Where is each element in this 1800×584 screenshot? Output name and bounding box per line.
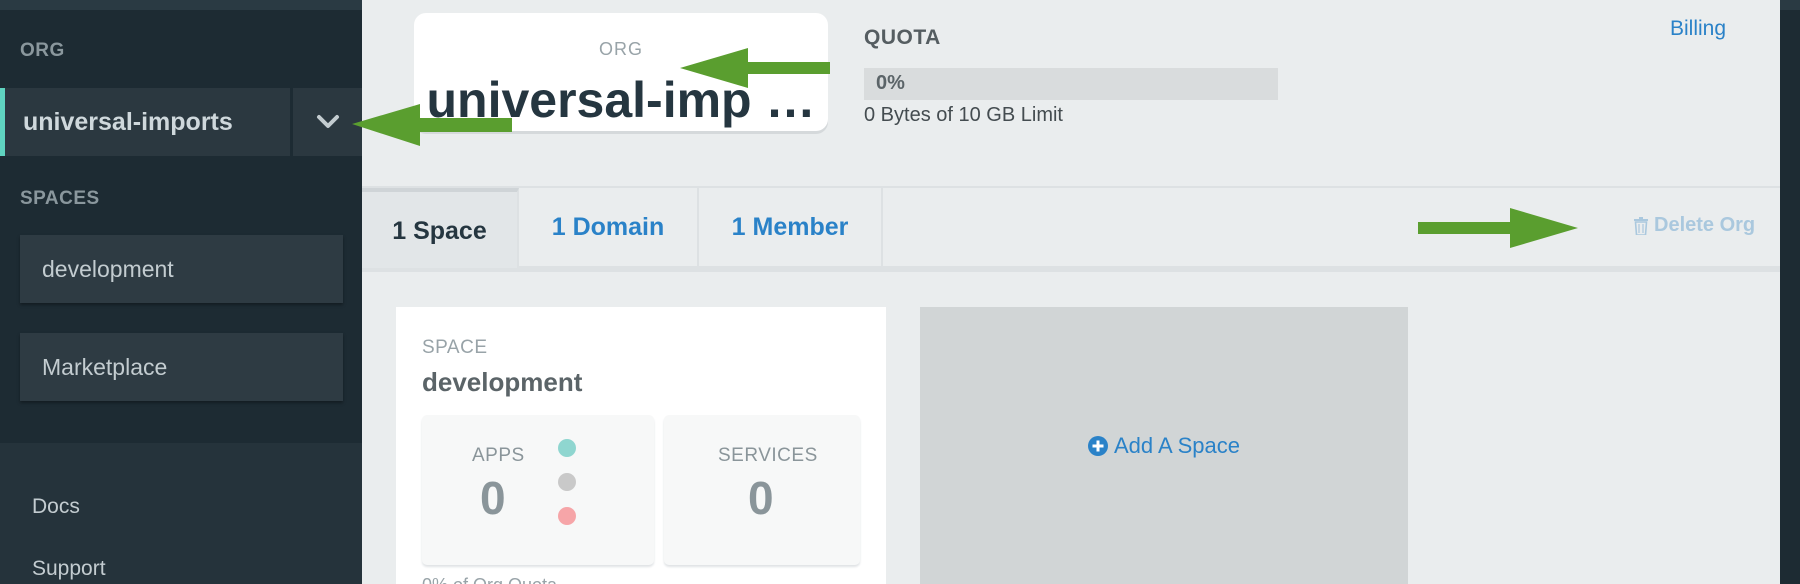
docs-link[interactable]: Docs: [32, 495, 80, 519]
chevron-down-icon: [316, 115, 339, 128]
space-card[interactable]: SPACE development APPS 0 SERVICES 0 0% o…: [396, 307, 886, 584]
org-selector[interactable]: universal-imports: [0, 88, 290, 156]
delete-org-button[interactable]: Delete Org: [1634, 214, 1755, 237]
apps-stat: APPS 0: [422, 415, 654, 565]
sidebar: ORG universal-imports SPACES development…: [0, 0, 362, 584]
right-edge-strip-top: [1780, 0, 1800, 10]
sidebar-item-development[interactable]: development: [20, 235, 343, 303]
tab-members[interactable]: 1 Member: [699, 188, 883, 268]
sidebar-item-marketplace[interactable]: Marketplace: [20, 333, 343, 401]
services-label: SERVICES: [718, 445, 818, 466]
add-space-label: Add A Space: [1114, 432, 1240, 458]
space-card-label: SPACE: [422, 337, 488, 358]
add-space-card[interactable]: Add A Space: [920, 307, 1408, 584]
delete-org-label: Delete Org: [1654, 214, 1756, 236]
support-link[interactable]: Support: [32, 557, 106, 581]
annotation-arrow-org-toggle: [352, 104, 512, 146]
sidebar-org-heading: ORG: [20, 40, 65, 61]
add-space-button[interactable]: Add A Space: [1088, 433, 1240, 459]
stopped-status-dot: [558, 473, 576, 491]
annotation-arrow-org-name: [680, 48, 830, 88]
quota-percent: 0%: [876, 72, 905, 94]
tab-spaces[interactable]: 1 Space: [362, 188, 519, 268]
services-count: 0: [748, 472, 774, 524]
space-card-name: development: [422, 367, 583, 397]
quota-label: QUOTA: [864, 26, 941, 49]
tab-domains[interactable]: 1 Domain: [519, 188, 699, 268]
annotation-arrow-delete-org: [1418, 208, 1578, 248]
quota-progress-bar: 0%: [864, 68, 1278, 100]
apps-count: 0: [480, 472, 506, 524]
running-status-dot: [558, 439, 576, 457]
crashed-status-dot: [558, 507, 576, 525]
sidebar-spaces-heading: SPACES: [20, 188, 100, 209]
apps-label: APPS: [472, 445, 525, 466]
plus-circle-icon: [1088, 435, 1108, 456]
space-quota-text: 0% of Org Quota: [422, 575, 557, 584]
quota-usage-text: 0 Bytes of 10 GB Limit: [864, 104, 1063, 126]
sidebar-top-strip: [0, 0, 362, 10]
billing-link[interactable]: Billing: [1670, 17, 1726, 41]
right-edge-strip: [1780, 0, 1800, 584]
services-stat: SERVICES 0: [664, 415, 860, 565]
sidebar-footer: Docs Support: [0, 443, 362, 584]
trash-icon: [1634, 216, 1648, 235]
